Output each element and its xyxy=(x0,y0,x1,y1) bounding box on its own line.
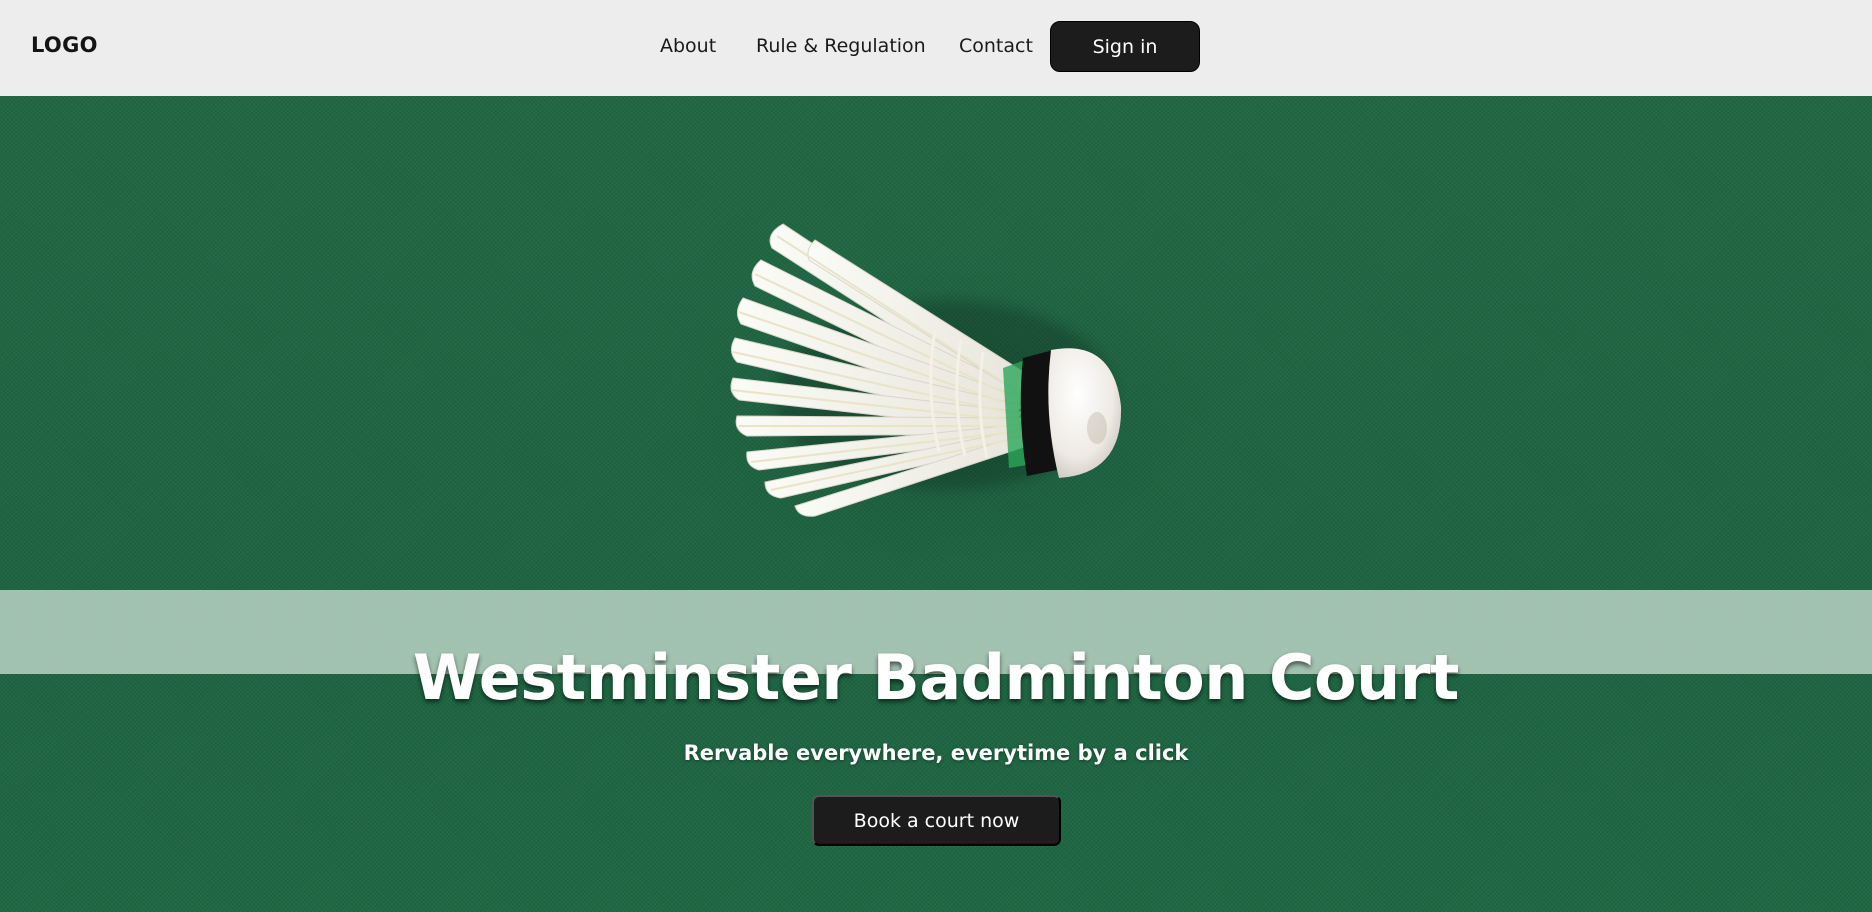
shuttlecock-image xyxy=(730,223,1122,517)
hero-section: Westminster Badminton Court Rervable eve… xyxy=(0,96,1872,912)
nav-link-rule-regulation[interactable]: Rule & Regulation xyxy=(756,35,926,57)
book-court-button[interactable]: Book a court now xyxy=(812,795,1061,846)
nav-link-contact[interactable]: Contact xyxy=(959,35,1033,57)
logo[interactable]: LOGO xyxy=(31,33,98,57)
sign-in-button[interactable]: Sign in xyxy=(1050,21,1200,72)
nav-link-about[interactable]: About xyxy=(660,35,716,57)
hero-title: Westminster Badminton Court xyxy=(413,641,1459,714)
hero-subtitle: Rervable everywhere, everytime by a clic… xyxy=(683,741,1189,765)
top-navigation-bar: LOGO About Rule & Regulation Contact Sig… xyxy=(0,0,1872,96)
